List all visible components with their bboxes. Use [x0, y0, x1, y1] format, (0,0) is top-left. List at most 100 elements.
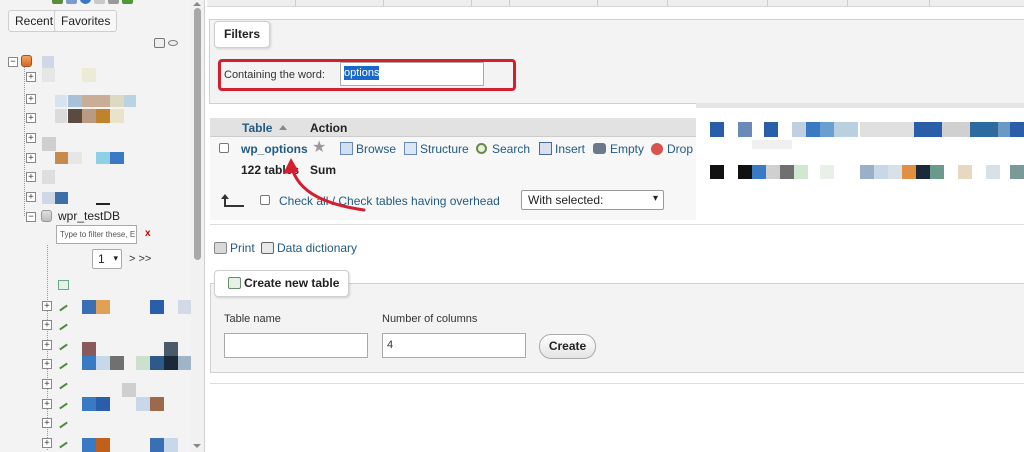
db-expander[interactable]: + — [26, 94, 36, 104]
nav-scrollbar[interactable] — [191, 0, 204, 452]
table-structure-icon[interactable] — [58, 418, 68, 428]
blurred-label — [96, 300, 110, 314]
table-expander[interactable]: + — [42, 399, 52, 409]
next-page-link[interactable]: > >> — [129, 253, 151, 265]
table-expander[interactable]: + — [42, 340, 52, 350]
database-name[interactable]: wpr_testDB — [58, 209, 120, 223]
table-structure-icon[interactable] — [58, 438, 68, 448]
db-expander[interactable]: + — [26, 72, 36, 82]
divider — [210, 383, 1024, 384]
chevron-down-icon: ▾ — [113, 253, 118, 263]
blurred-label — [122, 383, 136, 397]
print-icon[interactable] — [214, 242, 227, 254]
blurred-label — [136, 397, 150, 411]
chevron-down-icon: ▾ — [652, 193, 658, 204]
blurred-label — [42, 137, 56, 151]
table-structure-icon[interactable] — [58, 379, 68, 389]
check-all-arrow-icon — [221, 194, 245, 208]
help-icon[interactable] — [80, 0, 91, 4]
table-name-link[interactable]: wp_options — [241, 142, 308, 156]
page-select[interactable]: 1 ▾ — [92, 249, 122, 269]
create-table-button[interactable]: Create — [539, 334, 596, 359]
table-expander[interactable]: + — [42, 301, 52, 311]
table-expander[interactable]: + — [42, 379, 52, 389]
check-all-link[interactable]: Check all / Check tables having overhead — [279, 194, 500, 208]
reload-icon[interactable] — [122, 0, 133, 4]
new-table-icon[interactable] — [58, 280, 69, 290]
blurred-label — [96, 203, 110, 205]
blurred-label — [96, 152, 110, 164]
blurred-row-region — [696, 140, 1024, 149]
data-dictionary-link[interactable]: Data dictionary — [277, 241, 357, 255]
table-filter-input[interactable]: Type to filter these, E — [56, 225, 137, 244]
insert-icon[interactable] — [539, 142, 552, 155]
collapse-all-link[interactable] — [154, 38, 184, 48]
db-collapser[interactable]: − — [26, 212, 36, 222]
blurred-row-region — [696, 165, 1024, 179]
print-link[interactable]: Print — [230, 241, 255, 255]
insert-link[interactable]: Insert — [555, 142, 585, 156]
with-selected-dropdown[interactable]: With selected: ▾ — [521, 190, 664, 210]
blurred-label — [164, 438, 178, 452]
drop-link[interactable]: Drop — [667, 142, 693, 156]
settings-icon[interactable] — [108, 0, 119, 4]
blurred-label — [96, 356, 110, 370]
blurred-header-region — [696, 103, 1024, 108]
db-expander[interactable]: + — [26, 133, 36, 143]
sort-ascending-icon[interactable] — [279, 125, 287, 130]
blurred-label — [55, 192, 68, 204]
empty-icon[interactable] — [593, 143, 606, 154]
clear-filter-button[interactable]: x — [145, 228, 151, 239]
table-expander[interactable]: + — [42, 438, 52, 448]
database-icon — [41, 210, 52, 222]
check-all-checkbox[interactable] — [260, 195, 270, 205]
browse-icon[interactable] — [340, 142, 353, 155]
column-header-action: Action — [310, 121, 348, 135]
db-expander[interactable]: + — [26, 153, 36, 163]
table-expander[interactable]: + — [42, 418, 52, 428]
link-icon — [168, 40, 178, 46]
scroll-up-arrow[interactable] — [193, 2, 201, 6]
column-header-table[interactable]: Table — [242, 121, 272, 135]
empty-link[interactable]: Empty — [610, 142, 644, 156]
drop-icon[interactable] — [651, 143, 663, 155]
table-name-label: Table name — [224, 313, 281, 325]
table-structure-icon[interactable] — [58, 340, 68, 350]
table-structure-icon[interactable] — [58, 301, 68, 311]
table-name-input[interactable] — [224, 333, 368, 358]
db-expander[interactable]: + — [26, 192, 36, 202]
favorites-tab[interactable]: Favorites — [54, 10, 118, 32]
scrollbar-thumb[interactable] — [194, 8, 201, 260]
structure-icon[interactable] — [404, 142, 417, 155]
search-link[interactable]: Search — [492, 142, 530, 156]
db-expander[interactable]: + — [26, 113, 36, 123]
structure-link[interactable]: Structure — [420, 142, 469, 156]
scroll-down-arrow[interactable] — [193, 444, 201, 448]
browse-link[interactable]: Browse — [356, 142, 396, 156]
logout-icon[interactable] — [66, 0, 77, 4]
table-structure-icon[interactable] — [58, 320, 68, 330]
home-icon[interactable] — [52, 0, 63, 4]
collapse-icon — [154, 38, 165, 48]
docs-icon[interactable] — [94, 0, 105, 4]
db-expander[interactable]: + — [26, 172, 36, 182]
recent-tab[interactable]: Recent — [8, 10, 61, 32]
data-dictionary-icon[interactable] — [261, 242, 274, 254]
server-expander[interactable]: − — [8, 57, 18, 67]
blurred-label — [82, 356, 96, 370]
columns-count-input[interactable]: 4 — [382, 333, 526, 358]
row-checkbox[interactable] — [219, 143, 229, 153]
blurred-label — [150, 438, 164, 452]
table-expander[interactable]: + — [42, 320, 52, 330]
blurred-label — [82, 109, 96, 123]
search-icon[interactable] — [476, 143, 487, 154]
table-structure-icon[interactable] — [58, 399, 68, 409]
top-tab-bar — [207, 0, 1024, 7]
table-expander[interactable]: + — [42, 359, 52, 369]
blurred-label — [55, 109, 67, 123]
blurred-label — [82, 438, 96, 452]
favorite-star-icon[interactable]: ★ — [312, 140, 326, 156]
blurred-label — [82, 397, 96, 411]
table-structure-icon[interactable] — [58, 359, 68, 369]
new-table-icon — [228, 277, 241, 289]
